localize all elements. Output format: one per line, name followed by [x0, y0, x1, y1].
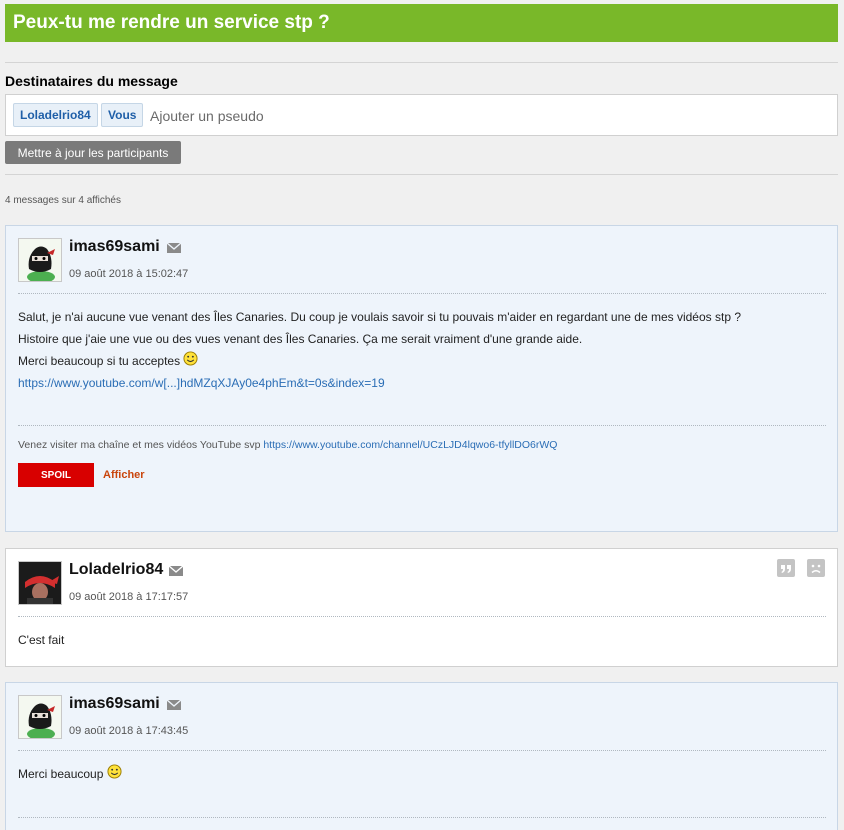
message-line: Merci beaucoup si tu acceptes — [18, 350, 741, 372]
envelope-icon[interactable] — [167, 243, 181, 253]
divider — [18, 425, 826, 426]
author-name[interactable]: imas69sami — [69, 238, 160, 256]
envelope-icon[interactable] — [167, 700, 181, 710]
avatar-ninja-icon — [19, 239, 61, 281]
quote-icon[interactable] — [777, 559, 795, 577]
message-post: imas69sami 09 août 2018 à 17:43:45 Merci… — [5, 682, 838, 830]
recipient-chip-loladelrio84[interactable]: Loladelrio84 — [13, 103, 98, 127]
message-body: C'est fait — [18, 633, 65, 647]
recipients-box: Loladelrio84 Vous — [5, 94, 838, 136]
update-participants-button[interactable]: Mettre à jour les participants — [5, 141, 181, 164]
message-post: imas69sami 09 août 2018 à 15:02:47 Salut… — [5, 225, 838, 532]
page-title: Peux-tu me rendre un service stp ? — [5, 4, 838, 42]
message-line: Histoire que j'aie une vue ou des vues v… — [18, 332, 583, 346]
divider — [18, 293, 826, 294]
avatar-ninja-icon — [19, 562, 61, 604]
smiley-icon — [183, 351, 198, 366]
recipients-label: Destinataires du message — [5, 73, 178, 89]
divider — [5, 62, 838, 63]
show-spoiler-link[interactable]: Afficher — [103, 469, 145, 481]
avatar[interactable] — [18, 561, 62, 605]
smiley-icon — [107, 764, 122, 779]
avatar-ninja-icon — [19, 696, 61, 738]
divider — [18, 750, 826, 751]
author-name[interactable]: Loladelrio84 — [69, 561, 163, 579]
message-date: 09 août 2018 à 15:02:47 — [69, 268, 189, 280]
message-body: Salut, je n'ai aucune vue venant des Île… — [18, 306, 741, 394]
divider — [18, 616, 826, 617]
message-post: Loladelrio84 09 août 2018 à 17:17:57 C'e… — [5, 548, 838, 667]
divider — [5, 174, 838, 175]
recipient-chip-vous[interactable]: Vous — [101, 103, 144, 127]
envelope-icon[interactable] — [169, 566, 183, 576]
add-pseudo-input[interactable] — [150, 104, 550, 128]
signature-text: Venez visiter ma chaîne et mes vidéos Yo… — [18, 439, 261, 451]
avatar[interactable] — [18, 238, 62, 282]
author-name[interactable]: imas69sami — [69, 695, 160, 713]
message-body: Merci beaucoup — [18, 763, 122, 785]
message-date: 09 août 2018 à 17:17:57 — [69, 591, 189, 603]
avatar[interactable] — [18, 695, 62, 739]
message-line: Salut, je n'ai aucune vue venant des Île… — [18, 310, 741, 324]
sad-face-icon[interactable] — [807, 559, 825, 577]
video-link[interactable]: https://www.youtube.com/w[...]hdMZqXJAy0… — [18, 376, 385, 390]
divider — [18, 817, 826, 818]
spoil-button[interactable]: SPOIL — [18, 463, 94, 487]
message-date: 09 août 2018 à 17:43:45 — [69, 725, 189, 737]
channel-link[interactable]: https://www.youtube.com/channel/UCzLJD4l… — [263, 439, 557, 451]
signature: Venez visiter ma chaîne et mes vidéos Yo… — [18, 439, 557, 451]
messages-count: 4 messages sur 4 affichés — [5, 195, 121, 206]
